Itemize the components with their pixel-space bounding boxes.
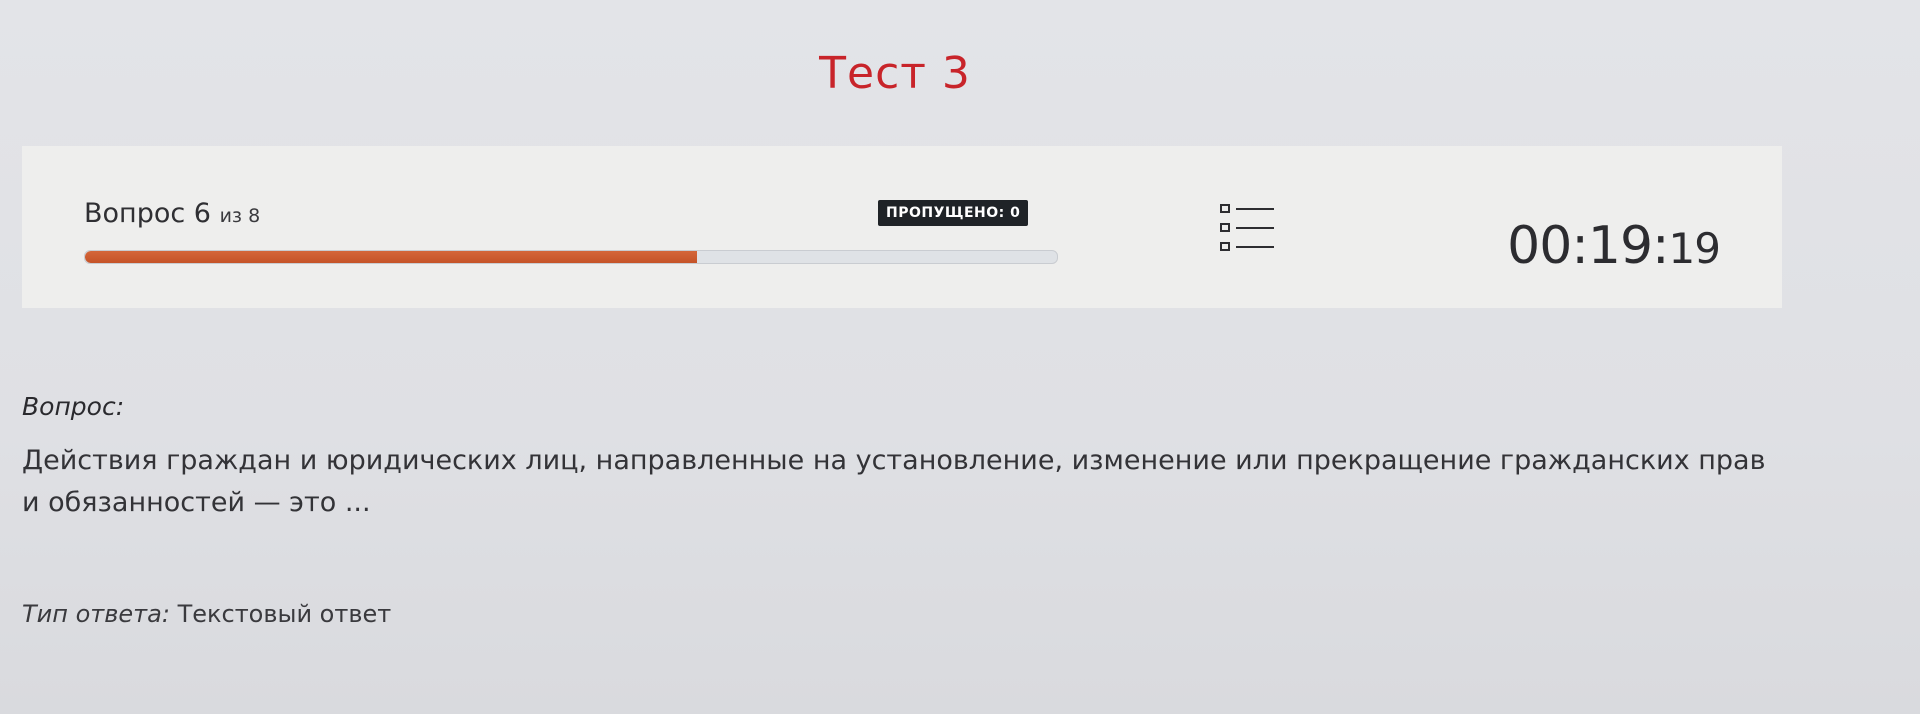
question-list-button[interactable] (1218, 202, 1288, 258)
question-total: из 8 (219, 205, 261, 227)
timer: 00:19:19 (1507, 216, 1721, 276)
timer-main: 00:19: (1507, 216, 1669, 276)
status-panel: Вопрос 6 из 8 ПРОПУЩЕНО: 0 00:19:19 (22, 146, 1782, 308)
page-title: Тест 3 (819, 48, 971, 99)
timer-seconds: 19 (1668, 224, 1721, 273)
answer-type: Тип ответа: Текстовый ответ (22, 600, 391, 628)
question-counter-label: Вопрос (84, 198, 186, 229)
question-list-icon (1220, 204, 1274, 251)
progress-bar (84, 250, 1058, 264)
skipped-badge: ПРОПУЩЕНО: 0 (878, 200, 1029, 226)
question-label: Вопрос: (22, 392, 125, 421)
current-question-number: 6 (193, 198, 211, 229)
answer-type-label: Тип ответа: (22, 600, 170, 628)
question-text: Действия граждан и юридических лиц, напр… (22, 445, 1766, 518)
question-counter: Вопрос 6 из 8 (84, 198, 260, 229)
answer-type-value: Текстовый ответ (177, 600, 392, 628)
progress-bar-fill (85, 251, 698, 263)
